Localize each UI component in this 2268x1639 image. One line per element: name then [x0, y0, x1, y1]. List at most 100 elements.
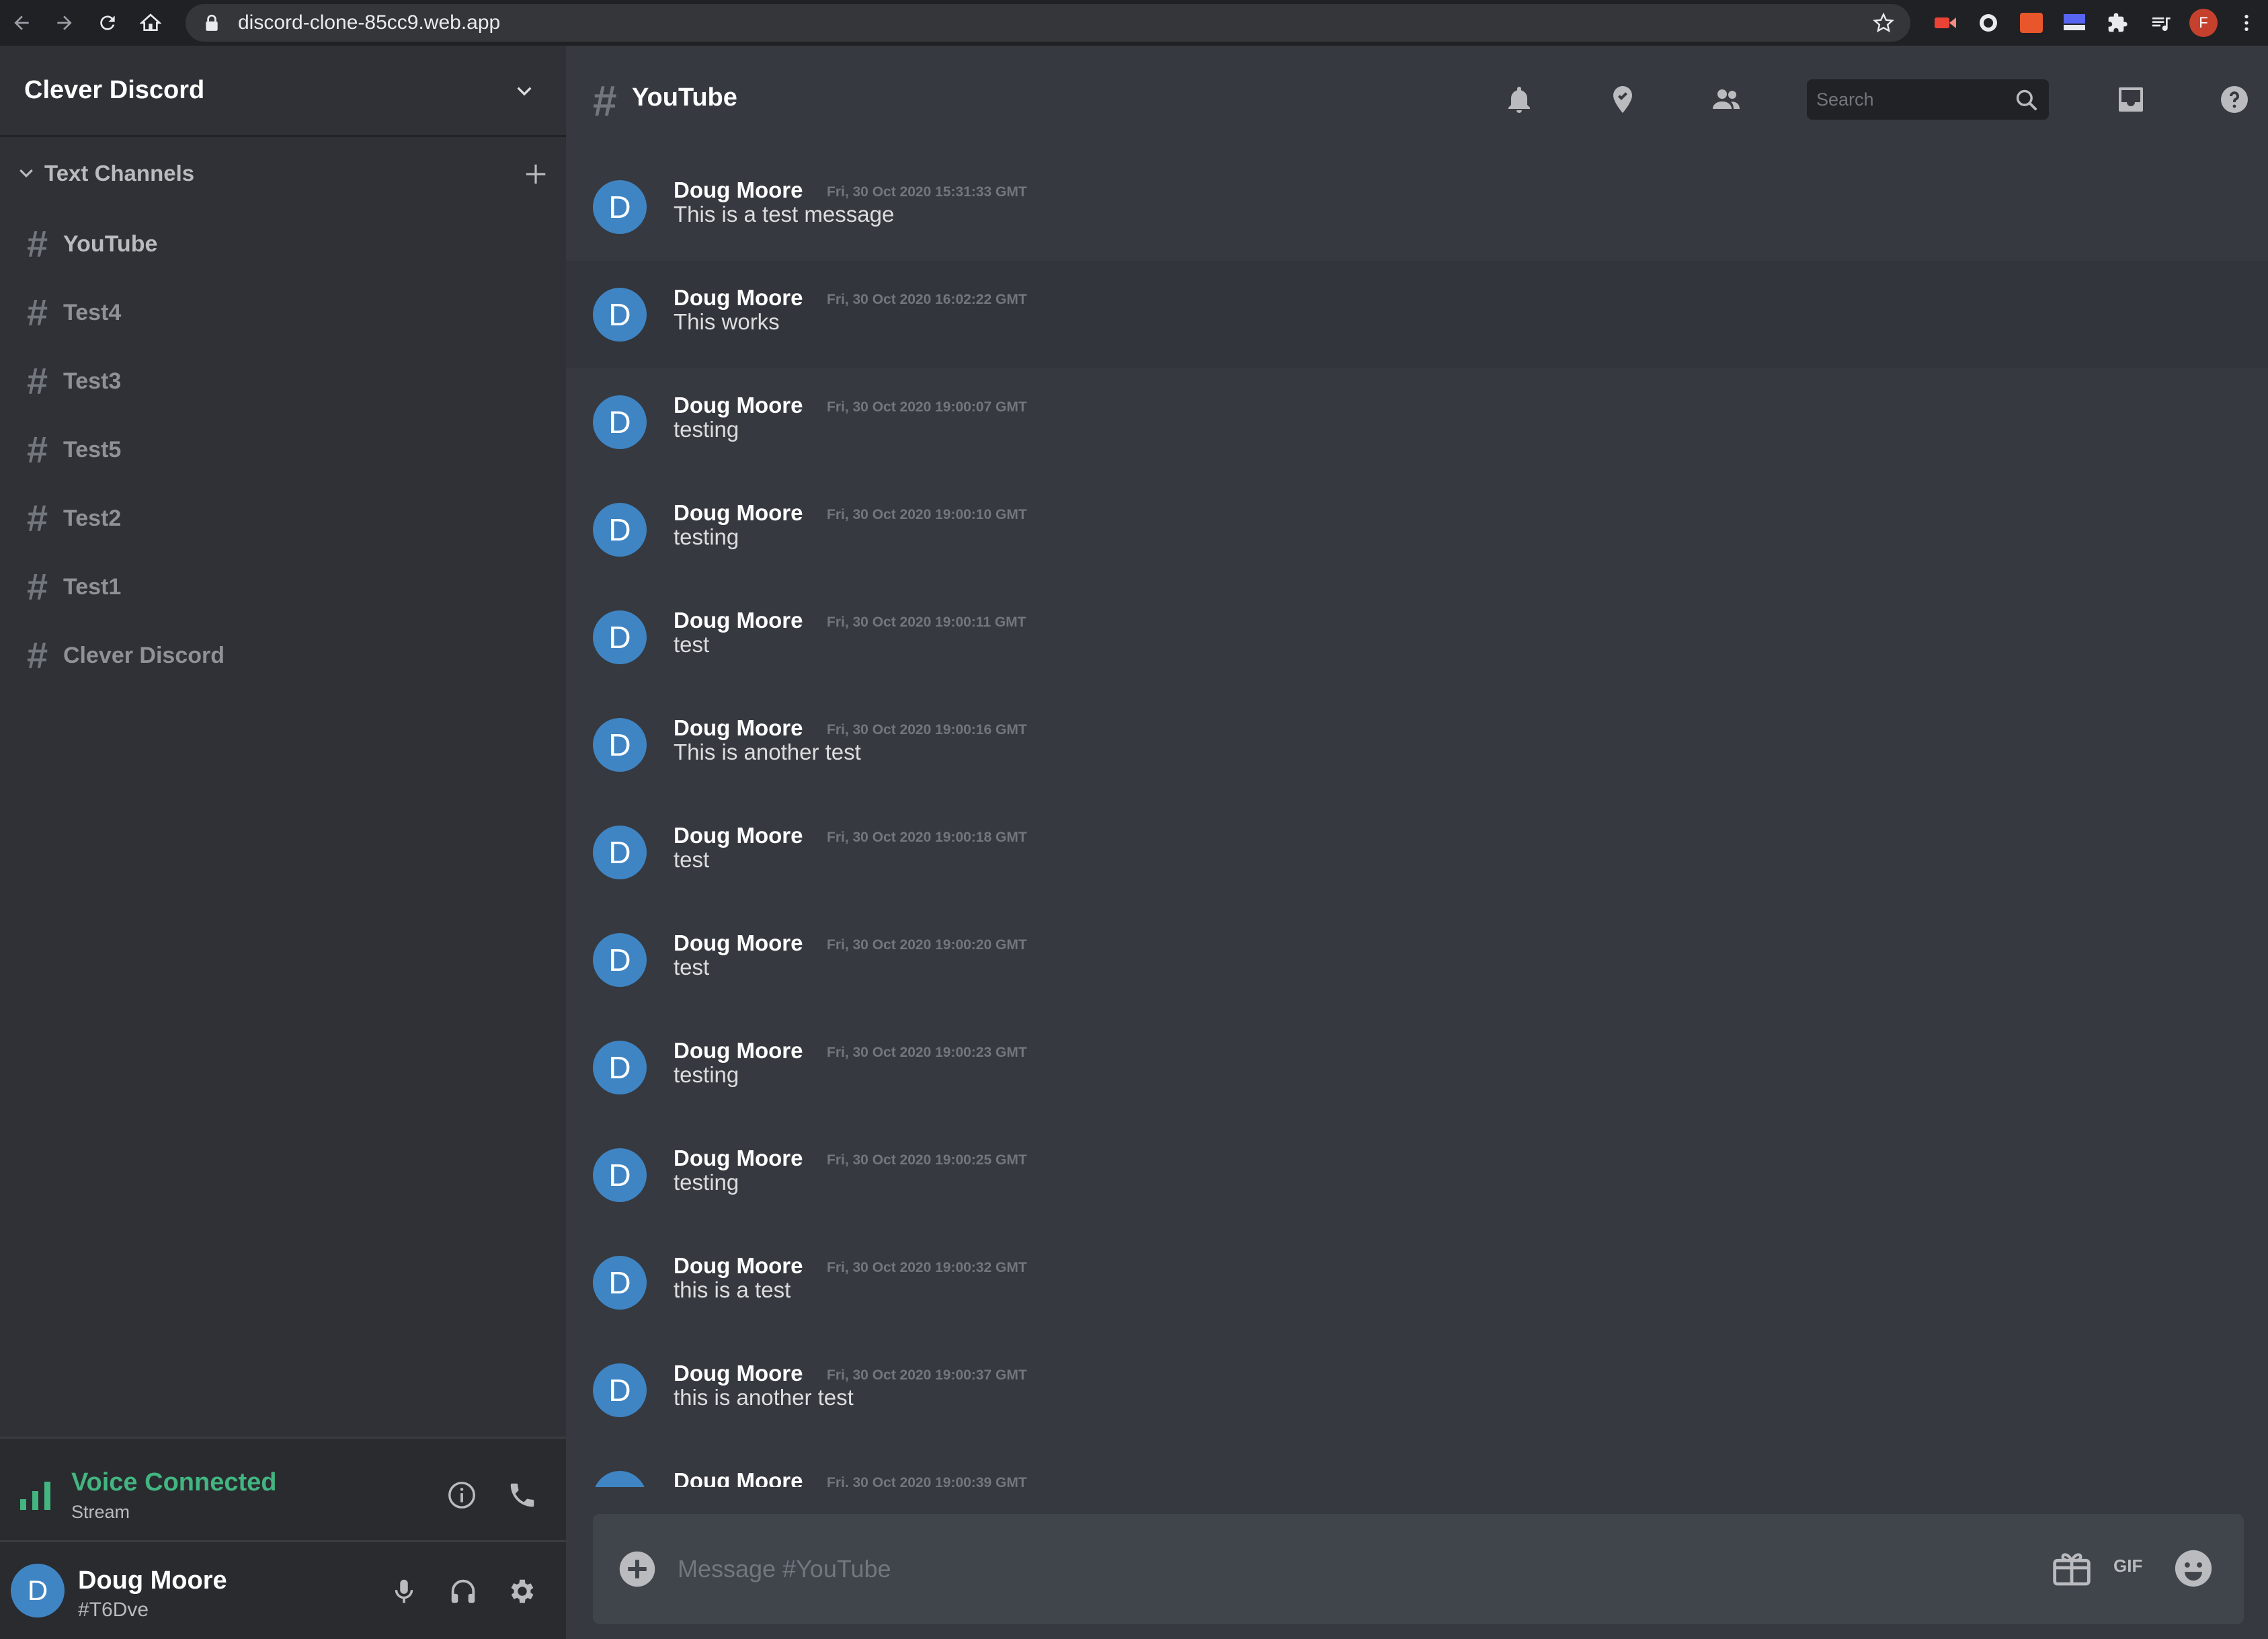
message-item[interactable]: D Doug Moore Fri, 30 Oct 2020 19:00:37 GMT… — [566, 1336, 2268, 1444]
message-author[interactable]: Doug Moore — [674, 715, 803, 741]
more-vertical-icon — [2244, 15, 2249, 31]
message-author[interactable]: Doug Moore — [674, 1468, 803, 1487]
channel-test2[interactable]: # Test2 — [13, 484, 551, 553]
avatar[interactable]: D — [593, 288, 647, 342]
avatar[interactable]: D — [593, 1256, 647, 1310]
message-author[interactable]: Doug Moore — [674, 608, 803, 633]
message-text: This is another test — [674, 739, 861, 764]
gif-button[interactable]: GIF — [2113, 1556, 2142, 1576]
message-author[interactable]: Doug Moore — [674, 500, 803, 526]
playlist-icon — [2152, 17, 2171, 32]
message-composer: GIF — [593, 1514, 2244, 1624]
message-text: testing — [674, 1170, 739, 1195]
avatar[interactable]: D — [593, 1471, 647, 1487]
message-author[interactable]: Doug Moore — [674, 393, 803, 418]
extensions-menu[interactable] — [2096, 0, 2139, 46]
voice-status[interactable]: Voice Connected — [71, 1468, 276, 1497]
home-button[interactable] — [129, 0, 172, 46]
voice-channel-name: Stream — [71, 1502, 130, 1522]
server-name: Clever Discord — [24, 76, 205, 104]
message-item[interactable]: D Doug Moore Fri, 30 Oct 2020 16:02:22 GMT… — [566, 261, 2268, 368]
inbox-icon[interactable] — [2115, 83, 2147, 116]
emoji-icon[interactable] — [2173, 1548, 2214, 1589]
channel-clever-discord[interactable]: # Clever Discord — [13, 621, 551, 690]
message-author[interactable]: Doug Moore — [674, 1361, 803, 1386]
avatar[interactable]: D — [11, 1564, 65, 1617]
extension-2[interactable] — [1967, 0, 2010, 46]
add-channel-icon[interactable] — [523, 161, 549, 187]
avatar[interactable]: D — [593, 1148, 647, 1202]
message-item[interactable]: D Doug Moore Fri, 30 Oct 2020 19:00:07 GMT… — [566, 368, 2268, 476]
search-icon[interactable] — [2014, 87, 2039, 113]
message-author[interactable]: Doug Moore — [674, 285, 803, 311]
gift-icon[interactable] — [2050, 1546, 2093, 1589]
avatar[interactable]: D — [593, 610, 647, 664]
avatar[interactable]: D — [593, 1363, 647, 1417]
avatar[interactable]: D — [593, 718, 647, 772]
server-header[interactable]: Clever Discord — [0, 46, 566, 137]
avatar[interactable]: D — [593, 395, 647, 449]
message-item[interactable]: D Doug Moore Fri, 30 Oct 2020 19:00:39 GMT — [566, 1444, 2268, 1487]
add-attachment-icon[interactable] — [617, 1549, 657, 1589]
category-text-channels[interactable]: Text Channels — [16, 153, 554, 194]
channel-label: Test1 — [63, 573, 122, 600]
message-item[interactable]: D Doug Moore Fri, 30 Oct 2020 19:00:10 GMT… — [566, 476, 2268, 584]
avatar[interactable]: D — [593, 1041, 647, 1094]
media-control[interactable] — [2139, 0, 2182, 46]
extension-3[interactable] — [2010, 0, 2053, 46]
message-item[interactable]: D Doug Moore Fri, 30 Oct 2020 19:00:25 GMT… — [566, 1121, 2268, 1229]
message-input[interactable] — [678, 1541, 1955, 1597]
reload-button[interactable] — [86, 0, 129, 46]
search-input[interactable] — [1807, 79, 2009, 120]
back-button[interactable] — [0, 0, 43, 46]
message-timestamp: Fri, 30 Oct 2020 19:00:32 GMT — [827, 1260, 1027, 1275]
forward-button[interactable] — [43, 0, 86, 46]
message-item[interactable]: D Doug Moore Fri, 30 Oct 2020 19:00:23 GMT… — [566, 1014, 2268, 1121]
extension-1[interactable] — [1924, 0, 1967, 46]
members-icon[interactable] — [1710, 83, 1742, 116]
message-author[interactable]: Doug Moore — [674, 1253, 803, 1279]
message-item[interactable]: D Doug Moore Fri, 30 Oct 2020 19:00:20 GMT… — [566, 906, 2268, 1014]
browser-menu[interactable] — [2225, 0, 2268, 46]
channel-test5[interactable]: # Test5 — [13, 415, 551, 484]
microphone-icon[interactable] — [389, 1576, 419, 1607]
profile-button[interactable]: F — [2182, 0, 2225, 46]
avatar[interactable]: D — [593, 503, 647, 557]
profile-avatar: F — [2189, 9, 2218, 37]
badge-extension-icon — [2020, 13, 2043, 33]
channel-test1[interactable]: # Test1 — [13, 553, 551, 621]
address-bar[interactable]: discord-clone-85cc9.web.app — [186, 4, 1910, 42]
avatar[interactable]: D — [593, 933, 647, 987]
message-text: this is a test — [674, 1277, 791, 1302]
channel-youtube[interactable]: # YouTube — [13, 210, 551, 278]
circle-extension-icon — [1980, 14, 1997, 32]
phone-icon[interactable] — [507, 1480, 538, 1511]
channel-test3[interactable]: # Test3 — [13, 347, 551, 415]
avatar[interactable]: D — [593, 180, 647, 234]
extension-icons: F — [1924, 0, 2268, 46]
headphones-icon[interactable] — [448, 1576, 479, 1607]
message-text: test — [674, 632, 710, 657]
message-list: D Doug Moore Fri, 30 Oct 2020 15:31:33 GMT… — [566, 153, 2268, 1487]
avatar[interactable]: D — [593, 826, 647, 879]
hash-icon: # — [27, 223, 48, 265]
message-author[interactable]: Doug Moore — [674, 823, 803, 848]
gear-icon[interactable] — [507, 1576, 538, 1607]
help-icon[interactable] — [2218, 83, 2251, 116]
message-timestamp: Fri, 30 Oct 2020 19:00:37 GMT — [827, 1367, 1027, 1383]
channel-test4[interactable]: # Test4 — [13, 278, 551, 347]
star-icon[interactable] — [1873, 12, 1894, 34]
message-item[interactable]: D Doug Moore Fri, 30 Oct 2020 19:00:18 GMT… — [566, 799, 2268, 906]
message-item[interactable]: D Doug Moore Fri, 30 Oct 2020 19:00:16 GMT… — [566, 691, 2268, 799]
message-item[interactable]: D Doug Moore Fri, 30 Oct 2020 15:31:33 GMT… — [566, 153, 2268, 261]
message-author[interactable]: Doug Moore — [674, 177, 803, 203]
message-item[interactable]: D Doug Moore Fri, 30 Oct 2020 19:00:32 GMT… — [566, 1229, 2268, 1336]
message-author[interactable]: Doug Moore — [674, 1038, 803, 1064]
extension-4[interactable] — [2053, 0, 2096, 46]
message-author[interactable]: Doug Moore — [674, 930, 803, 956]
message-author[interactable]: Doug Moore — [674, 1146, 803, 1171]
info-icon[interactable] — [446, 1480, 477, 1511]
bell-icon[interactable] — [1503, 83, 1535, 116]
message-item[interactable]: D Doug Moore Fri, 30 Oct 2020 19:00:11 GMT… — [566, 584, 2268, 691]
pin-icon[interactable] — [1607, 83, 1639, 116]
